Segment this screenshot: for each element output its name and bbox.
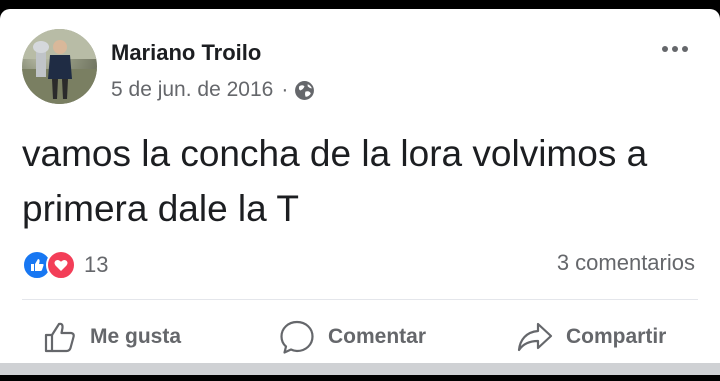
author-name[interactable]: Mariano Troilo — [111, 40, 261, 66]
post-date[interactable]: 5 de jun. de 2016 — [111, 78, 273, 102]
love-reaction-icon — [46, 250, 76, 280]
post-card: Mariano Troilo 5 de jun. de 2016 · vamos… — [0, 9, 720, 365]
divider — [22, 299, 698, 300]
post-meta: 5 de jun. de 2016 · — [111, 78, 315, 102]
share-button-label: Compartir — [566, 325, 667, 348]
avatar-photo — [22, 29, 97, 104]
reactions-summary[interactable]: 13 — [22, 250, 108, 280]
avatar[interactable] — [22, 29, 97, 104]
more-dot-icon — [662, 46, 668, 52]
screen: Mariano Troilo 5 de jun. de 2016 · vamos… — [0, 0, 720, 381]
reaction-count: 13 — [84, 252, 109, 277]
thumbs-up-icon — [44, 322, 75, 353]
post-text: vamos la concha de la lora volvimos a pr… — [22, 133, 648, 229]
globe-icon[interactable] — [294, 80, 315, 101]
like-button-label: Me gusta — [90, 325, 182, 348]
comment-bubble-icon — [280, 320, 314, 354]
more-dot-icon — [682, 46, 688, 52]
comment-button-label: Comentar — [328, 325, 427, 348]
more-options-button[interactable] — [662, 46, 688, 52]
share-button[interactable]: Compartir — [516, 317, 666, 357]
share-arrow-icon — [517, 322, 553, 352]
meta-separator: · — [281, 78, 289, 101]
more-dot-icon — [672, 46, 678, 52]
like-button[interactable]: Me gusta — [42, 317, 181, 357]
feed-separator — [0, 363, 720, 375]
comments-count[interactable]: 3 comentarios — [557, 250, 695, 276]
comment-button[interactable]: Comentar — [278, 317, 426, 357]
